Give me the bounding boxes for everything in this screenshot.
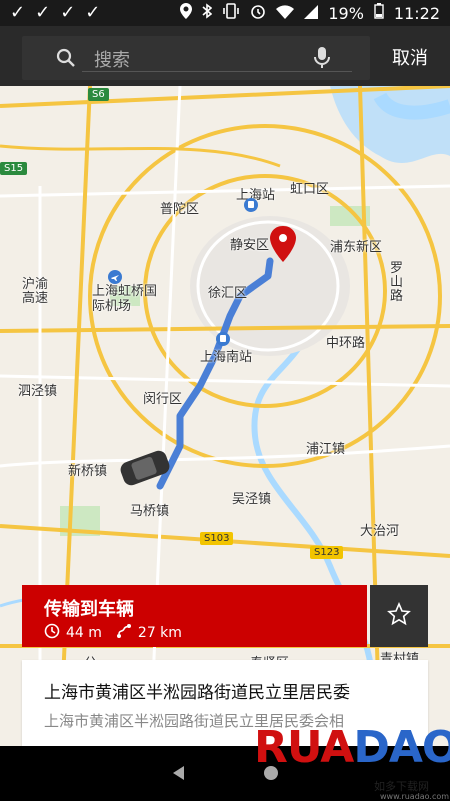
map-label: S123 — [310, 546, 344, 559]
check-icon: ✓ — [10, 2, 26, 23]
route-meta: 44 m 27 km — [44, 623, 182, 643]
transfer-to-vehicle-button[interactable]: 传输到车辆 44 m 27 km — [22, 585, 367, 647]
location-icon — [180, 3, 193, 23]
map-label: 吴泾镇 — [232, 492, 272, 507]
map-label: S15 — [0, 162, 28, 175]
check-icon: ✓ — [85, 2, 101, 23]
status-bar: ✓ ✓ ✓ ✓ 19% 11:22 — [0, 0, 450, 26]
map-label: 上海虹桥国际机场 — [92, 284, 158, 314]
map-label: S6 — [88, 88, 109, 101]
check-icon: ✓ — [35, 2, 51, 23]
map-label: 浦东新区 — [330, 240, 383, 255]
clock: 11:22 — [393, 3, 440, 23]
alarm-icon — [250, 3, 266, 23]
map-label: 静安区 — [230, 238, 270, 253]
clock-icon — [44, 623, 60, 643]
map-label: 普陀区 — [160, 202, 200, 217]
map-label: 浦江镇 — [306, 442, 346, 457]
map-label: 虹口区 — [290, 182, 330, 197]
notification-icons: ✓ ✓ ✓ ✓ — [10, 4, 100, 22]
battery-icon — [374, 3, 384, 23]
map-label: 徐汇区 — [208, 286, 248, 301]
bluetooth-icon — [202, 3, 213, 23]
search-bar: 搜索 取消 — [0, 26, 450, 86]
route-icon — [116, 623, 132, 643]
route-distance: 27 km — [137, 625, 182, 641]
map-label: 罗山路 — [390, 261, 404, 304]
system-status: 19% 11:22 — [180, 3, 440, 23]
search-icon — [56, 48, 76, 72]
search-underline — [82, 71, 352, 72]
map-label: 上海南站 — [200, 350, 253, 365]
map-canvas — [0, 86, 450, 746]
check-icon: ✓ — [60, 2, 76, 23]
back-icon[interactable] — [172, 766, 184, 780]
watermark-logo: RUADAO 如多下载网 www.ruadao.com — [250, 716, 450, 801]
map-label: 马桥镇 — [130, 504, 170, 519]
vibrate-icon — [222, 3, 240, 23]
favorite-button[interactable] — [370, 585, 428, 647]
map-label: S103 — [200, 532, 234, 545]
cancel-button[interactable]: 取消 — [392, 44, 428, 70]
star-icon — [387, 601, 411, 630]
map-label: 中环路 — [326, 336, 366, 351]
battery-percent: 19% — [328, 3, 364, 23]
wifi-icon — [276, 4, 295, 23]
map-label: 泗泾镇 — [18, 384, 58, 399]
microphone-icon[interactable] — [314, 46, 330, 74]
map-label: 新桥镇 — [68, 464, 108, 479]
map-label: 大治河 — [360, 524, 400, 539]
watermark-brand: RUADAO — [254, 722, 450, 773]
map-label: 沪渝高速 — [22, 277, 49, 306]
route-time: 44 m — [66, 625, 102, 641]
search-field[interactable]: 搜索 — [22, 36, 370, 80]
address-title: 上海市黄浦区半淞园路街道民立里居民委 — [44, 683, 350, 703]
map-label: 闵行区 — [143, 392, 183, 407]
signal-icon — [304, 4, 319, 23]
map-view[interactable]: S6 S15 上海站 虹口区 普陀区 静安区 浦东新区 沪渝高速 上海虹桥国际机… — [0, 86, 450, 746]
transfer-title: 传输到车辆 — [44, 599, 134, 620]
search-input[interactable]: 搜索 — [94, 46, 130, 72]
